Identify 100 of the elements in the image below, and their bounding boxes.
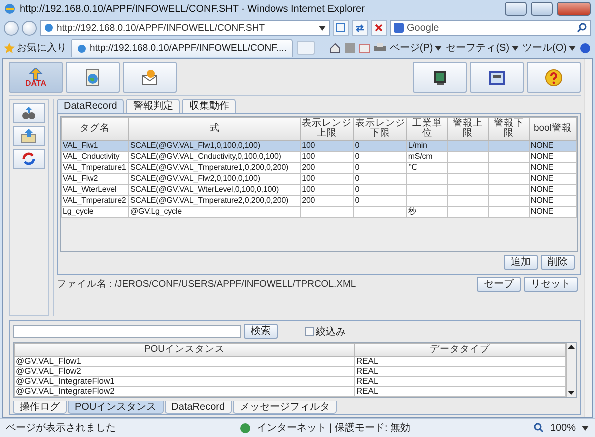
column-header: 式 (128, 118, 301, 140)
delete-button[interactable]: 削除 (541, 255, 575, 270)
home-icon[interactable] (330, 42, 341, 54)
reset-button[interactable]: リセット (524, 277, 578, 292)
globe-icon (240, 422, 251, 434)
table-cell[interactable]: @GV.VAL_Flow1 (14, 356, 355, 366)
column-header: 表示レンジ上限 (300, 118, 354, 140)
file-name: ファイル名 : /JEROS/CONF/USERS/APPF/INFOWELL/TPRCOL.XML (57, 278, 358, 291)
tab[interactable]: POUインスタンス (68, 401, 164, 414)
table-cell[interactable]: @GV.VAL_Flow2 (14, 366, 355, 376)
maximize-button[interactable] (531, 2, 553, 16)
page-icon (336, 23, 346, 33)
stop-button[interactable] (371, 20, 387, 36)
search-provider-icon (394, 23, 404, 33)
column-header: データタイプ (354, 344, 566, 356)
table-cell[interactable]: @GV.Lg_cycle (128, 206, 301, 218)
mail-icon[interactable] (358, 44, 370, 52)
window-title: http://192.168.0.10/APPF/INFOWELL/CONF.SHT - Windows Internet Explorer (20, 4, 366, 14)
toolbar-button[interactable] (123, 62, 177, 93)
table-cell[interactable]: REAL (354, 376, 566, 386)
scroll-down-icon[interactable] (567, 389, 576, 397)
tab[interactable]: DataRecord (164, 401, 232, 414)
column-header: 警報下限 (488, 118, 530, 140)
table-cell[interactable]: SCALE(@GV.VAL_Flw1,0,100,0,100) (128, 140, 301, 152)
side-button[interactable] (13, 103, 45, 123)
scroll-up-icon[interactable] (567, 343, 576, 351)
tab[interactable]: 操作ログ (13, 401, 67, 414)
tab[interactable]: 収集動作 (182, 99, 236, 113)
table-cell[interactable]: @GV.VAL_IntegrateFlow2 (14, 386, 355, 396)
table-cell[interactable]: VAL_WterLevel (62, 184, 129, 196)
forward-button[interactable] (22, 20, 37, 36)
people-icon (21, 106, 37, 120)
table-cell[interactable]: REAL (354, 366, 566, 376)
minimize-button[interactable] (505, 2, 527, 16)
column-header: 工業単位 (406, 118, 448, 140)
page-icon (44, 23, 54, 33)
refresh-button[interactable] (352, 20, 368, 36)
caret-icon (569, 46, 576, 50)
add-button[interactable]: 追加 (504, 255, 538, 270)
column-header: bool警報 (529, 118, 576, 140)
checkbox-label: 絞込み (316, 326, 346, 338)
tray-upload-icon (21, 129, 37, 143)
tab[interactable]: メッセージフィルタ (233, 401, 338, 414)
table-cell[interactable]: REAL (354, 386, 566, 396)
refresh-icon (355, 23, 365, 33)
browser-tab[interactable]: http://192.168.0.10/APPF/INFOWELL/CONF.... (71, 39, 293, 57)
caret-icon (319, 26, 326, 30)
star-icon (4, 42, 15, 54)
globe-document-icon (84, 68, 102, 86)
book-icon (487, 68, 507, 86)
refresh-icon (22, 152, 36, 166)
tab[interactable]: 警報判定 (126, 99, 180, 113)
table-cell[interactable]: @GV.VAL_IntegrateFlow1 (14, 376, 355, 386)
table-cell[interactable]: SCALE(@GV.VAL_WterLevel,0,100,0,100) (128, 184, 301, 196)
tab[interactable]: DataRecord (57, 99, 124, 113)
search-input[interactable] (13, 325, 241, 338)
toolbar-button[interactable] (413, 62, 467, 93)
column-header: 警報上限 (448, 118, 489, 140)
search-button[interactable]: 検索 (244, 324, 278, 339)
table-cell[interactable]: VAL_Flw2 (62, 174, 129, 184)
zoom-level[interactable]: 100% (550, 422, 576, 434)
envelope-icon (141, 68, 159, 86)
caret-icon (582, 426, 590, 430)
security-zone: インターネット | 保護モード: 無効 (256, 422, 411, 435)
menu-item[interactable]: ページ(P) (390, 41, 442, 55)
search-field[interactable]: Google (390, 20, 591, 36)
address-field[interactable]: http://192.168.0.10/APPF/INFOWELL/CONF.SHT (40, 20, 330, 36)
zoom-icon (534, 423, 544, 433)
search-icon (577, 23, 587, 33)
toolbar-button[interactable] (470, 62, 524, 93)
table-cell[interactable]: VAL_Tmperature1 (62, 162, 129, 174)
table-cell[interactable]: VAL_Tmperature2 (62, 196, 129, 206)
column-header: POUインスタンス (14, 344, 355, 356)
table-cell[interactable]: SCALE(@GV.VAL_Cnductivity,0,100,0,100) (128, 152, 301, 162)
close-icon (374, 23, 384, 33)
monitor-icon (431, 68, 449, 86)
printer-icon[interactable] (374, 43, 386, 53)
table-cell[interactable]: SCALE(@GV.VAL_Tmperature2,0,200,0,200) (128, 196, 301, 206)
table-cell[interactable]: VAL_Cnductivity (62, 152, 129, 162)
column-header: タグ名 (62, 118, 129, 140)
table-cell[interactable]: VAL_Flw1 (62, 140, 129, 152)
table-cell[interactable]: SCALE(@GV.VAL_Flw2,0,100,0,100) (128, 174, 301, 184)
menu-item[interactable]: ツール(O) (522, 41, 576, 55)
side-button[interactable] (13, 149, 45, 169)
table-cell[interactable]: Lg_cycle (62, 206, 129, 218)
save-button[interactable]: セーブ (477, 277, 521, 292)
status-message: ページが表示されました (6, 422, 116, 435)
table-cell[interactable]: REAL (354, 356, 566, 366)
menu-item[interactable]: セーフティ(S) (446, 41, 519, 55)
column-header: 表示レンジ下限 (354, 118, 407, 140)
close-button[interactable] (557, 2, 591, 16)
side-button[interactable] (13, 126, 45, 146)
page-icon (77, 44, 87, 54)
table-cell[interactable]: SCALE(@GV.VAL_Tmperature1,0,200,0,200) (128, 162, 301, 174)
checkbox[interactable] (305, 327, 314, 336)
favorites-link[interactable]: お気に入り (4, 41, 67, 55)
caret-icon (512, 46, 519, 50)
back-button[interactable] (4, 20, 19, 36)
up-arrow-icon (29, 68, 43, 80)
compatibility-button[interactable] (333, 20, 349, 36)
